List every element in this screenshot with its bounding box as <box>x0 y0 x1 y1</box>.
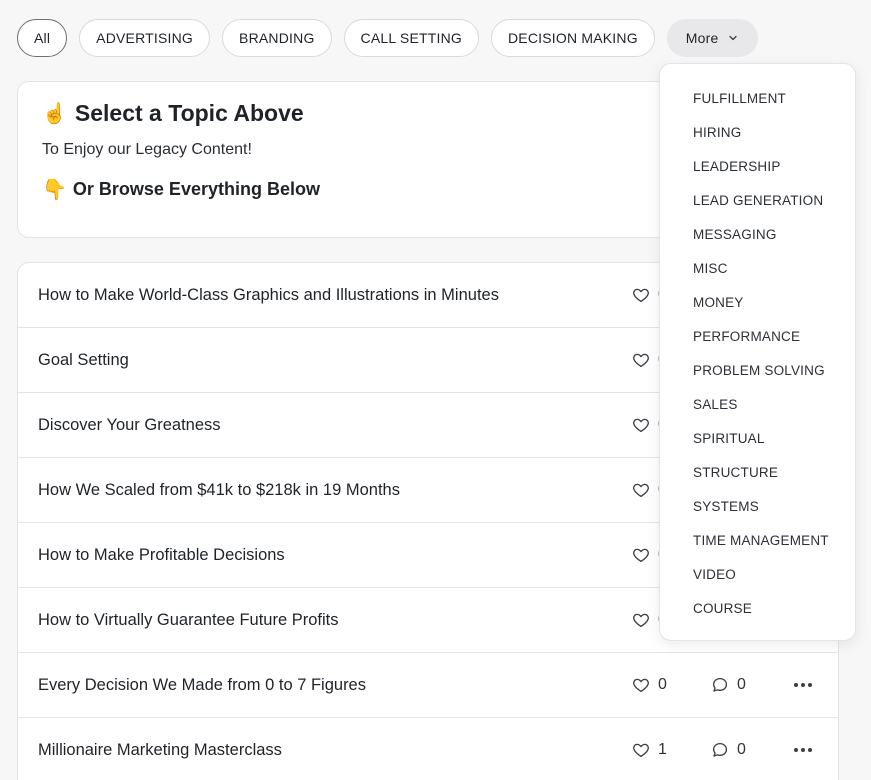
pointing-down-icon: 👇 <box>42 179 67 201</box>
menu-item-messaging[interactable]: MESSAGING <box>693 217 855 251</box>
post-row[interactable]: Millionaire Marketing Masterclass 1 0 <box>18 718 838 780</box>
comment-button[interactable]: 0 <box>711 676 746 694</box>
like-button[interactable]: 0 <box>632 676 667 694</box>
menu-item-lead-generation[interactable]: LEAD GENERATION <box>693 183 855 217</box>
menu-item-performance[interactable]: PERFORMANCE <box>693 319 855 353</box>
menu-item-time-management[interactable]: TIME MANAGEMENT <box>693 523 855 557</box>
filter-chip-call-setting[interactable]: CALL SETTING <box>343 19 479 57</box>
like-count: 1 <box>658 741 667 758</box>
heart-icon <box>632 611 650 629</box>
page-title-text: Select a Topic Above <box>74 100 304 126</box>
more-options-icon[interactable] <box>794 675 816 695</box>
comment-icon <box>711 741 729 759</box>
more-label: More <box>685 30 719 46</box>
heart-icon <box>632 286 650 304</box>
menu-item-hiring[interactable]: HIRING <box>693 115 855 149</box>
menu-item-sales[interactable]: SALES <box>693 387 855 421</box>
like-count: 0 <box>658 676 667 693</box>
filter-chip-decision-making[interactable]: DECISION MAKING <box>491 19 655 57</box>
topic-filter-bar: All ADVERTISING BRANDING CALL SETTING DE… <box>17 19 758 57</box>
comment-icon <box>711 676 729 694</box>
chevron-down-icon <box>728 35 737 41</box>
menu-item-systems[interactable]: SYSTEMS <box>693 489 855 523</box>
menu-item-problem-solving[interactable]: PROBLEM SOLVING <box>693 353 855 387</box>
filter-chip-all[interactable]: All <box>17 19 68 57</box>
post-row[interactable]: Every Decision We Made from 0 to 7 Figur… <box>18 653 838 718</box>
more-topics-menu: FULFILLMENT HIRING LEADERSHIP LEAD GENERATI… <box>659 63 856 641</box>
menu-item-video[interactable]: VIDEO <box>693 557 855 591</box>
menu-item-spiritual[interactable]: SPIRITUAL <box>693 421 855 455</box>
comment-count: 0 <box>737 676 746 693</box>
heart-icon <box>632 481 650 499</box>
comment-count: 0 <box>737 741 746 758</box>
like-button[interactable]: 1 <box>632 741 667 759</box>
more-options-icon[interactable] <box>794 740 816 760</box>
menu-item-misc[interactable]: MISC <box>693 251 855 285</box>
menu-item-course[interactable]: COURSE <box>693 591 855 625</box>
menu-item-fulfillment[interactable]: FULFILLMENT <box>693 81 855 115</box>
heart-icon <box>632 546 650 564</box>
heart-icon <box>632 351 650 369</box>
menu-item-leadership[interactable]: LEADERSHIP <box>693 149 855 183</box>
filter-chip-advertising[interactable]: ADVERTISING <box>79 19 211 57</box>
menu-item-structure[interactable]: STRUCTURE <box>693 455 855 489</box>
more-topics-button[interactable]: More <box>666 19 758 57</box>
heart-icon <box>632 416 650 434</box>
menu-item-money[interactable]: MONEY <box>693 285 855 319</box>
filter-chip-branding[interactable]: BRANDING <box>222 19 332 57</box>
comment-button[interactable]: 0 <box>711 741 746 759</box>
heart-icon <box>632 676 650 694</box>
pointing-up-icon: ☝️ <box>42 103 67 125</box>
heart-icon <box>632 741 650 759</box>
browse-heading-text: Or Browse Everything Below <box>72 179 320 199</box>
